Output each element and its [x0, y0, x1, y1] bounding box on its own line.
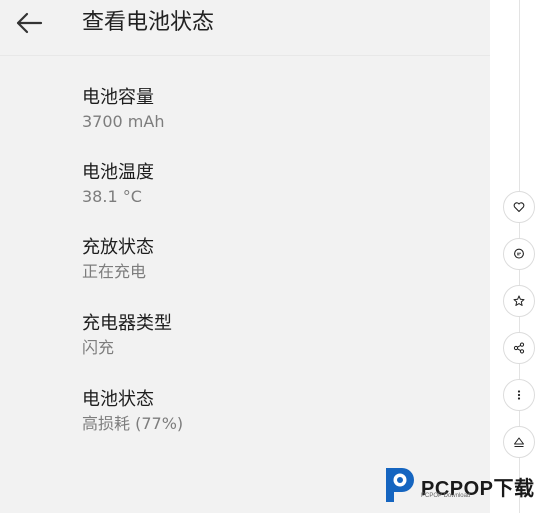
- heart-icon: [513, 202, 525, 213]
- pcpop-watermark: PCPOP下载 PCPOP Download: [383, 466, 540, 506]
- charge-state-item: 充放状态 正在充电: [82, 236, 154, 283]
- item-value: 38.1 °C: [82, 187, 142, 206]
- scroll-top-button[interactable]: [503, 426, 535, 458]
- share-icon: [513, 342, 525, 354]
- item-value: 高损耗 (77%): [82, 414, 184, 433]
- item-label: 充电器类型: [82, 313, 172, 334]
- charger-type-item: 充电器类型 闪充: [82, 312, 172, 359]
- scroll-top-icon: [514, 437, 524, 447]
- battery-capacity-item: 电池容量 3700 mAh: [82, 86, 164, 133]
- app-bar: 查看电池状态: [0, 0, 490, 56]
- battery-status-screen: 查看电池状态 电池容量 3700 mAh 电池温度 38.1 °C 充放状态 正…: [0, 0, 490, 513]
- item-label: 电池容量: [82, 87, 154, 108]
- pcpop-logo-icon: [386, 468, 414, 502]
- item-value: 正在充电: [82, 262, 147, 281]
- comment-icon: [514, 248, 524, 259]
- item-label: 充放状态: [82, 237, 154, 258]
- item-label: 电池状态: [82, 389, 154, 410]
- star-icon: [513, 295, 525, 306]
- share-button[interactable]: [503, 332, 535, 364]
- battery-temperature-item: 电池温度 38.1 °C: [82, 161, 154, 208]
- favorite-button[interactable]: [503, 285, 535, 317]
- page-title: 查看电池状态: [82, 10, 215, 35]
- item-label: 电池温度: [82, 162, 154, 183]
- like-button[interactable]: [503, 191, 535, 223]
- back-button[interactable]: [14, 10, 44, 36]
- comment-button[interactable]: [503, 238, 535, 270]
- more-button[interactable]: [503, 379, 535, 411]
- item-value: 闪充: [82, 338, 115, 357]
- battery-health-item: 电池状态 高损耗 (77%): [82, 388, 183, 435]
- watermark-subtitle: PCPOP Download: [421, 493, 471, 499]
- arrow-left-icon: [16, 12, 43, 34]
- item-value: 3700 mAh: [82, 112, 165, 131]
- more-icon: [517, 390, 521, 400]
